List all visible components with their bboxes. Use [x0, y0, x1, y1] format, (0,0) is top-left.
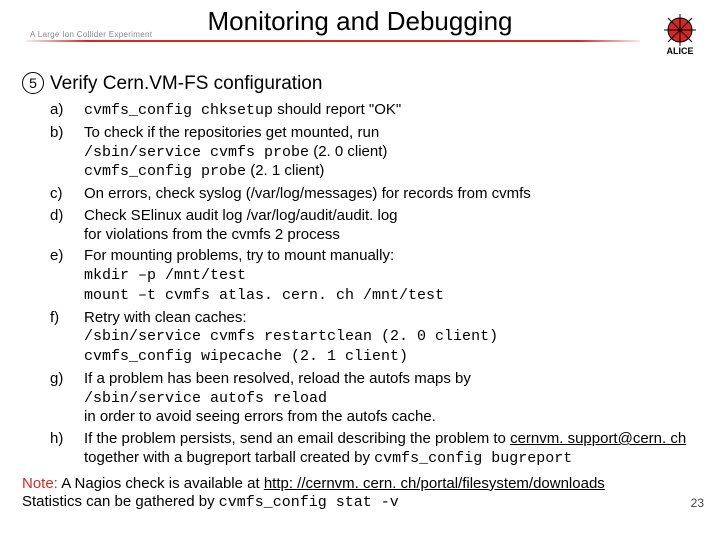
command-text: /sbin/service autofs reload	[84, 390, 327, 407]
command-text: cvmfs_config wipecache (2. 1 client)	[84, 348, 408, 365]
list-item: c) On errors, check syslog (/var/log/mes…	[50, 185, 710, 204]
item-label: e)	[50, 247, 84, 305]
command-text: /sbin/service cvmfs probe	[84, 144, 309, 161]
list-item: f) Retry with clean caches: /sbin/servic…	[50, 309, 710, 367]
command-text: cvmfs_config bugreport	[374, 450, 572, 467]
item-text: On errors, check syslog (/var/log/messag…	[84, 185, 531, 202]
item-text: for violations from the cvmfs 2 process	[84, 226, 340, 243]
section-title: Verify Cern.VM-FS configuration	[50, 73, 322, 94]
item-body: If the problem persists, send an email d…	[84, 430, 710, 469]
command-text: /sbin/service cvmfs restartclean (2. 0 c…	[84, 328, 498, 345]
section-heading: 5 Verify Cern.VM-FS configuration	[22, 72, 720, 95]
item-text: (2. 1 client)	[246, 162, 324, 179]
note-block: Note: A Nagios check is available at htt…	[22, 475, 700, 514]
list-item: d) Check SElinux audit log /var/log/audi…	[50, 207, 710, 245]
item-body: On errors, check syslog (/var/log/messag…	[84, 185, 710, 204]
item-label: b)	[50, 124, 84, 182]
alice-logo-icon: ALICE	[658, 12, 702, 56]
command-text: mount –t cvmfs atlas. cern. ch /mnt/test	[84, 287, 444, 304]
item-body: To check if the repositories get mounted…	[84, 124, 710, 182]
item-label: a)	[50, 101, 84, 121]
list-item: g) If a problem has been resolved, reloa…	[50, 370, 710, 427]
page-title: Monitoring and Debugging	[0, 6, 720, 37]
item-text: Retry with clean caches:	[84, 309, 247, 326]
slide: A Large Ion Collider Experiment Monitori…	[0, 0, 720, 540]
item-body: If a problem has been resolved, reload t…	[84, 370, 710, 427]
item-text: together with a bugreport tarball create…	[84, 449, 374, 466]
item-text: If a problem has been resolved, reload t…	[84, 370, 471, 387]
slide-header: A Large Ion Collider Experiment Monitori…	[0, 0, 720, 64]
page-number: 23	[691, 496, 704, 510]
list-item: a) cvmfs_config chksetup should report "…	[50, 101, 710, 121]
item-label: c)	[50, 185, 84, 204]
logo-text: ALICE	[667, 46, 694, 56]
email-link[interactable]: cernvm. support@cern. ch	[510, 430, 686, 447]
item-text: If the problem persists, send an email d…	[84, 430, 510, 447]
command-text: mkdir –p /mnt/test	[84, 267, 246, 284]
item-label: g)	[50, 370, 84, 427]
item-text: To check if the repositories get mounted…	[84, 124, 379, 141]
note-text: A Nagios check is available at	[58, 475, 264, 492]
list-item: h) If the problem persists, send an emai…	[50, 430, 710, 469]
item-label: d)	[50, 207, 84, 245]
note-label: Note:	[22, 475, 58, 492]
item-text: should report "OK"	[273, 101, 401, 118]
command-text: cvmfs_config stat -v	[219, 494, 399, 511]
item-body: cvmfs_config chksetup should report "OK"	[84, 101, 710, 121]
item-text: For mounting problems, try to mount manu…	[84, 247, 394, 264]
item-body: Retry with clean caches: /sbin/service c…	[84, 309, 710, 367]
item-list: a) cvmfs_config chksetup should report "…	[50, 101, 710, 469]
item-label: h)	[50, 430, 84, 469]
list-item: e) For mounting problems, try to mount m…	[50, 247, 710, 305]
step-number-icon: 5	[22, 72, 44, 94]
item-body: Check SElinux audit log /var/log/audit/a…	[84, 207, 710, 245]
item-body: For mounting problems, try to mount manu…	[84, 247, 710, 305]
list-item: b) To check if the repositories get moun…	[50, 124, 710, 182]
note-link[interactable]: http: //cernvm. cern. ch/portal/filesyst…	[264, 475, 605, 492]
item-text: (2. 0 client)	[309, 143, 387, 160]
command-text: cvmfs_config probe	[84, 163, 246, 180]
command-text: cvmfs_config chksetup	[84, 102, 273, 119]
title-underline	[26, 40, 640, 42]
item-label: f)	[50, 309, 84, 367]
item-text: Check SElinux audit log /var/log/audit/a…	[84, 207, 398, 224]
note-text: Statistics can be gathered by	[22, 493, 219, 510]
item-text: in order to avoid seeing errors from the…	[84, 408, 436, 425]
